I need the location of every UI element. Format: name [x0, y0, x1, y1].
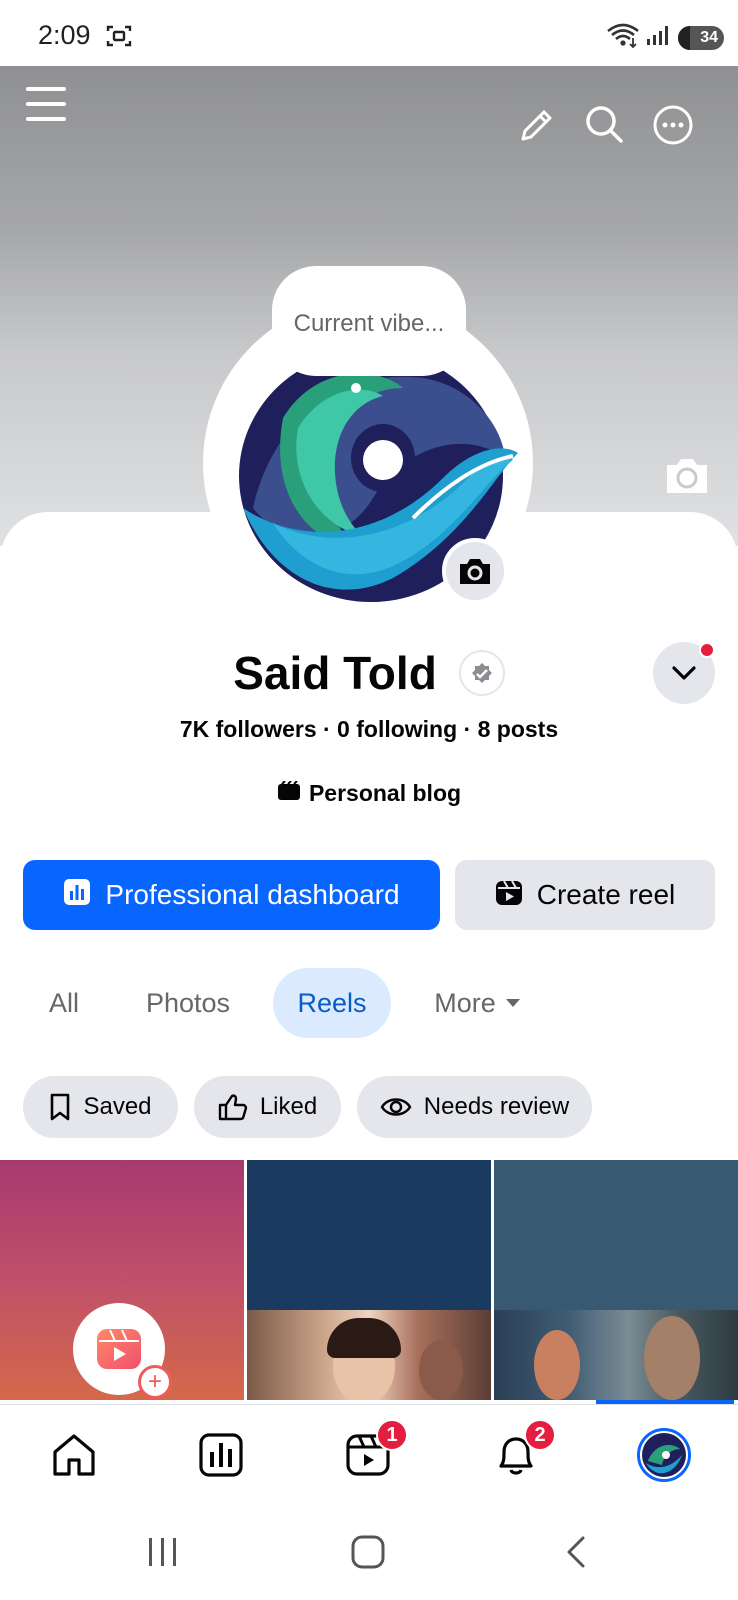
avatar-icon [637, 1428, 691, 1482]
plus-icon: + [138, 1365, 172, 1399]
reel-thumbnail-image [494, 1310, 738, 1400]
create-reel-button[interactable]: Create reel [455, 860, 715, 930]
person-image [419, 1340, 463, 1400]
professional-dashboard-label: Professional dashboard [105, 879, 400, 910]
verified-badge-icon[interactable] [458, 650, 505, 696]
person-image [534, 1330, 580, 1400]
recent-apps-icon[interactable] [141, 1532, 185, 1572]
search-icon[interactable] [582, 102, 626, 146]
edit-icon[interactable] [514, 104, 558, 148]
professional-dashboard-button[interactable]: Professional dashboard [23, 860, 440, 930]
tab-more[interactable]: More [418, 968, 538, 1038]
category-icon [277, 780, 301, 807]
content-tabs: All Photos Reels More [0, 968, 738, 1038]
battery-indicator: 34 [678, 25, 724, 50]
profile-name: Said Told [233, 647, 437, 699]
tab-reels[interactable]: Reels [273, 968, 391, 1038]
screenshot-icon [106, 24, 132, 48]
filter-saved-label: Saved [83, 1093, 152, 1120]
profile-name-row: Said Told [0, 640, 738, 706]
more-options-icon[interactable] [650, 102, 696, 148]
dashboard-icon [63, 878, 91, 913]
nav-dashboard[interactable] [191, 1425, 251, 1485]
profile-camera-icon[interactable] [442, 538, 508, 604]
status-bar: 2:09 34 [0, 0, 738, 66]
profile-stats[interactable]: 7K followers · 0 following · 8 posts [0, 716, 738, 743]
reels-create-icon [97, 1329, 141, 1369]
reels-badge: 1 [376, 1419, 408, 1451]
back-icon[interactable] [554, 1532, 598, 1572]
reel-thumbnail[interactable] [494, 1160, 738, 1400]
home-button-icon[interactable] [346, 1532, 390, 1572]
current-vibe-bubble[interactable]: Current vibe... [272, 266, 466, 376]
home-icon [53, 1434, 95, 1476]
cover-camera-icon[interactable] [662, 454, 712, 496]
tab-all[interactable]: All [24, 968, 104, 1038]
filter-needs-review[interactable]: Needs review [357, 1076, 592, 1138]
status-time: 2:09 [38, 20, 91, 50]
bookmark-icon [51, 1093, 70, 1121]
wifi-icon [606, 22, 640, 53]
category-label: Personal blog [308, 780, 462, 806]
tab-photos[interactable]: Photos [128, 968, 248, 1038]
profile-dropdown-button[interactable] [653, 642, 715, 704]
notifications-badge: 2 [524, 1419, 556, 1451]
menu-icon[interactable] [24, 82, 68, 126]
reel-icon [495, 878, 523, 913]
caret-down-icon [505, 999, 520, 1007]
notification-dot [699, 642, 715, 658]
hair-shape [327, 1318, 401, 1358]
nav-reels[interactable]: 1 [338, 1419, 408, 1485]
filter-saved[interactable]: Saved [23, 1076, 178, 1138]
reel-thumbnail-image [247, 1310, 491, 1400]
bottom-navigation: 1 2 [0, 1404, 738, 1504]
profile-category: Personal blog [0, 780, 738, 807]
filter-needs-review-label: Needs review [423, 1093, 570, 1120]
nav-home[interactable] [44, 1425, 104, 1485]
chevron-down-icon [672, 666, 696, 680]
create-reel-tile[interactable]: + [0, 1160, 244, 1400]
system-navigation [0, 1504, 738, 1600]
eye-icon [380, 1098, 412, 1116]
bar-chart-icon [199, 1433, 243, 1477]
person-image [644, 1316, 700, 1400]
tab-more-label: More [434, 987, 496, 1018]
signal-icon [646, 23, 672, 52]
filter-liked[interactable]: Liked [194, 1076, 341, 1138]
status-icons: 34 [606, 22, 724, 53]
reel-thumbnail[interactable] [247, 1160, 491, 1400]
nav-notifications[interactable]: 2 [486, 1419, 556, 1485]
nav-profile[interactable] [634, 1425, 694, 1485]
thumbs-up-icon [218, 1094, 248, 1121]
filter-liked-label: Liked [259, 1093, 318, 1120]
create-reel-label: Create reel [536, 879, 676, 910]
